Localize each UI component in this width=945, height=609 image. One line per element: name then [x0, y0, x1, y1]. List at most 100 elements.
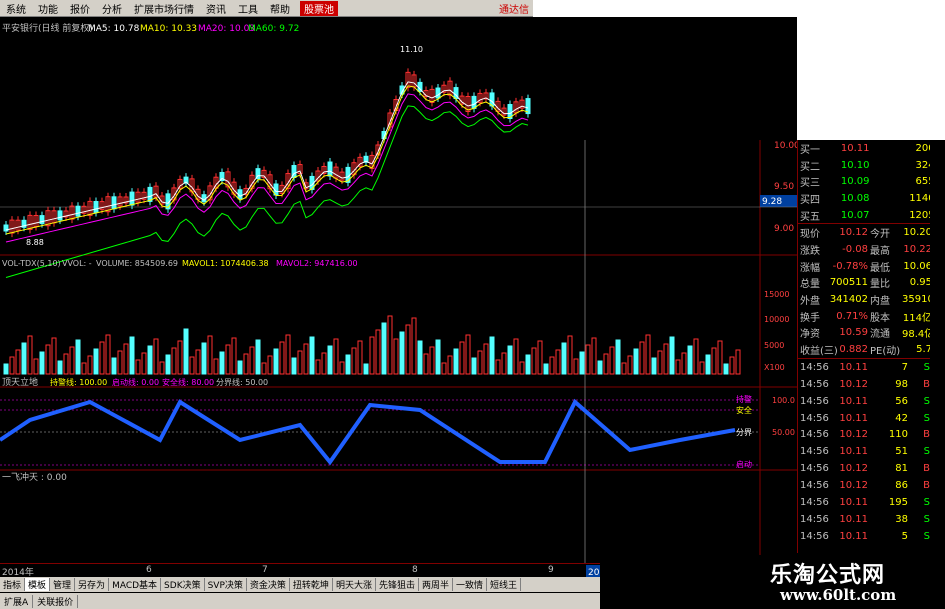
- volume-bar: [237, 360, 243, 375]
- indicator-tab[interactable]: 先锋狙击: [376, 578, 419, 591]
- indicator-tab[interactable]: 指标: [0, 578, 26, 591]
- indicator-tab[interactable]: 模板: [25, 578, 51, 591]
- kline-chart[interactable]: 平安银行(日线 前复权) MA5: 10.78 MA10: 10.33 MA20…: [0, 17, 800, 575]
- tick-side: B: [923, 480, 930, 492]
- menu-analysis[interactable]: 分析: [96, 1, 128, 16]
- tick-price: 10.11: [839, 497, 868, 508]
- volume-bar: [507, 345, 513, 375]
- stat-label: 内盘: [870, 296, 890, 308]
- bid-label: 买四: [800, 194, 820, 206]
- bid-label: 买三: [800, 178, 820, 190]
- date-label: 7: [262, 565, 268, 575]
- volume-bar: [489, 336, 495, 375]
- stat-value: 359109: [902, 294, 941, 306]
- ma5-value: MA5: 10.78: [88, 24, 140, 34]
- indicator-tab[interactable]: 明天大涨: [333, 578, 376, 591]
- app-brand: 通达信: [499, 4, 529, 16]
- side-scroll-column[interactable]: [930, 140, 945, 553]
- tick-volume: 7: [901, 361, 908, 373]
- date-label: 8: [412, 565, 418, 575]
- tick-side: S: [923, 395, 930, 407]
- indicator-label-safe: 安全: [736, 405, 752, 415]
- volume-bar: [471, 357, 477, 375]
- menu-function[interactable]: 功能: [32, 1, 64, 16]
- indicator-tab[interactable]: MACD基本: [109, 578, 162, 591]
- tab-linked-quote[interactable]: 关联报价: [33, 594, 79, 608]
- indicator-axis-label: 50.00: [772, 428, 795, 437]
- bid-label: 买一: [800, 144, 820, 156]
- stat-value: 0.71%: [836, 310, 868, 322]
- tick-row: 14:56 10.11 5 S: [798, 528, 945, 545]
- tick-price: 10.12: [839, 480, 868, 492]
- stat-value: 10.20: [903, 227, 932, 239]
- volume-bar: [21, 342, 27, 375]
- volume-bar: [615, 339, 621, 375]
- volume-bar: [381, 322, 387, 375]
- menu-tools[interactable]: 工具: [232, 1, 264, 16]
- stat-value: 341402: [829, 294, 868, 306]
- tick-volume: 98: [895, 378, 908, 390]
- tick-row: 14:56 10.12 98 B: [798, 376, 945, 393]
- tick-volume: 81: [895, 463, 908, 475]
- price-axis-label: 9.00: [774, 224, 794, 234]
- menu-bar: 系统 功能 报价 分析 扩展市场行情 资讯 工具 帮助 股票池 通达信: [0, 0, 533, 17]
- volume-axis-label: 10000: [764, 315, 789, 324]
- stat-label: 最高: [870, 245, 890, 257]
- tab-extend-a[interactable]: 扩展A: [0, 594, 34, 608]
- volume-bar: [417, 340, 423, 375]
- tick-price: 10.11: [839, 446, 868, 458]
- vvol-value: VVOL: -: [62, 259, 92, 268]
- indicator-line-divide: 分界线: 50.00: [216, 377, 268, 387]
- tick-time: 14:56: [800, 480, 829, 492]
- stat-label: 外盘: [800, 296, 820, 308]
- indicator-title: 顶天立地: [2, 376, 38, 388]
- volume-bar: [435, 339, 441, 375]
- stat-value: -0.78%: [832, 260, 868, 272]
- bid-price: 10.07: [840, 209, 870, 221]
- volume-bar: [597, 360, 603, 375]
- stat-label: 今开: [870, 229, 890, 241]
- tick-volume: 42: [895, 412, 908, 424]
- tick-row: 14:56 10.12 81 B: [798, 460, 945, 477]
- tick-row: 14:56 10.11 56 S: [798, 393, 945, 410]
- volume-bar: [399, 331, 405, 375]
- indicator-tab[interactable]: 扭转乾坤: [290, 578, 333, 591]
- stock-pool-button[interactable]: 股票池: [300, 0, 338, 16]
- tick-time: 14:56: [800, 429, 829, 441]
- indicator-tab[interactable]: 资金决策: [247, 578, 290, 591]
- volume-axis-label: 15000: [764, 290, 789, 299]
- tick-time: 14:56: [800, 530, 829, 542]
- volume-bar: [633, 348, 639, 375]
- indicator-tab[interactable]: SDK决策: [161, 578, 205, 591]
- menu-extended-market[interactable]: 扩展市场行情: [128, 1, 200, 16]
- indicator-line-warning: 持警线: 100.00: [50, 377, 107, 387]
- indicator-line-start: 启动线: 0.00: [112, 377, 159, 387]
- tick-row: 14:56 10.11 42 S: [798, 410, 945, 427]
- ma20-value: MA20: 10.03: [198, 24, 255, 34]
- stat-row: 现价 10.12 今开 10.20: [798, 224, 945, 241]
- tick-price: 10.11: [839, 395, 868, 407]
- indicator-tab[interactable]: 另存为: [75, 578, 110, 591]
- volume-bar: [201, 342, 207, 375]
- menu-news[interactable]: 资讯: [200, 1, 232, 16]
- bid-price: 10.08: [840, 192, 870, 204]
- menu-system[interactable]: 系统: [0, 1, 32, 16]
- indicator-tab[interactable]: SVP决策: [205, 578, 247, 591]
- menu-quote[interactable]: 报价: [64, 1, 96, 16]
- volume-bar: [255, 339, 261, 375]
- indicator-tab[interactable]: 两周半: [419, 578, 453, 591]
- stat-value: 0.882: [839, 344, 868, 356]
- menu-help[interactable]: 帮助: [264, 1, 296, 16]
- indicator-tab[interactable]: 管理: [50, 578, 76, 591]
- chart-area[interactable]: 平安银行(日线 前复权) MA5: 10.78 MA10: 10.33 MA20…: [0, 17, 800, 575]
- tick-volume: 38: [895, 513, 908, 525]
- volume-bar: [723, 363, 729, 375]
- tick-time: 14:56: [800, 497, 829, 508]
- indicator-tab[interactable]: 一致情: [453, 578, 487, 591]
- volume-bar: [147, 345, 153, 375]
- stat-value: 114亿: [902, 312, 932, 324]
- indicator-label-divide: 分界: [736, 428, 752, 437]
- volume-bar: [561, 342, 567, 375]
- volume-axis-label: X100: [764, 363, 785, 372]
- indicator-tab[interactable]: 短线王: [487, 578, 522, 591]
